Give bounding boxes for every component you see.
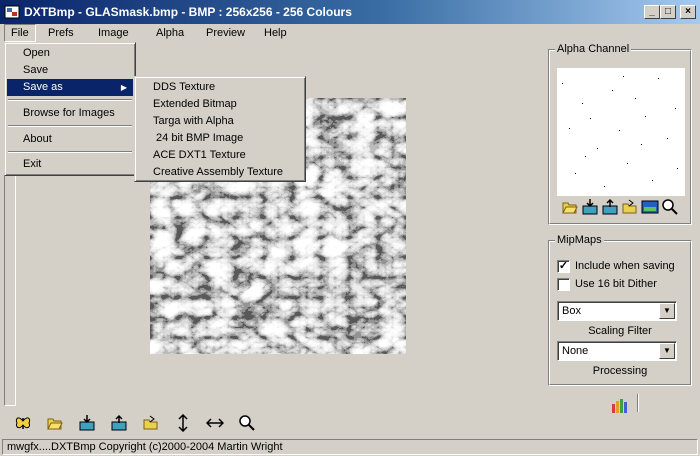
menu-help[interactable]: Help [258, 24, 293, 42]
menu-file[interactable]: File [4, 24, 36, 42]
menu-separator [8, 99, 132, 101]
save-as-submenu: DDS Texture Extended Bitmap Targa with A… [134, 76, 306, 182]
menu-item-open[interactable]: Open [7, 45, 133, 62]
processing-caption: Processing [592, 365, 648, 377]
alpha-channel-panel: Alpha Channel [548, 43, 692, 225]
zoom-icon[interactable] [661, 198, 679, 216]
view-image-icon[interactable] [641, 198, 659, 216]
browse-folder-icon[interactable] [142, 414, 160, 432]
scaling-filter-caption: Scaling Filter [588, 325, 652, 337]
maximize-button[interactable]: □ [660, 5, 676, 19]
flip-horizontal-icon[interactable] [206, 414, 224, 432]
scaling-filter-drop-button[interactable]: ▼ [659, 303, 675, 319]
mipmaps-label: MipMaps [555, 234, 604, 246]
menu-item-save-as[interactable]: Save as ▶ [7, 79, 133, 96]
file-menu: Open Save Save as ▶ Browse for Images Ab… [4, 42, 136, 176]
menu-item-ace-dxt1-texture[interactable]: ACE DXT1 Texture [137, 147, 303, 164]
processing-drop-button[interactable]: ▼ [659, 343, 675, 359]
status-bar: mwgfx....DXTBmp Copyright (c)2000-2004 M… [0, 438, 700, 456]
browse-folder-icon[interactable] [621, 198, 639, 216]
include-when-saving-label: Include when saving [575, 260, 675, 272]
app-icon [4, 5, 20, 19]
menu-prefs[interactable]: Prefs [42, 24, 80, 42]
import-icon[interactable] [78, 414, 96, 432]
processing-select[interactable]: None ▼ [557, 341, 677, 361]
menu-item-browse-for-images[interactable]: Browse for Images [7, 105, 133, 122]
menu-item-extended-bitmap[interactable]: Extended Bitmap [137, 96, 303, 113]
alpha-channel-preview [557, 68, 685, 196]
title-bar[interactable]: DXTBmp - GLASmask.bmp - BMP : 256x256 - … [0, 0, 700, 24]
use-16bit-dither-checkbox[interactable] [557, 278, 570, 291]
menu-preview[interactable]: Preview [200, 24, 251, 42]
use-16bit-dither-row[interactable]: Use 16 bit Dither [557, 277, 687, 293]
menu-item-dds-texture[interactable]: DDS Texture [137, 79, 303, 96]
export-icon[interactable] [110, 414, 128, 432]
scaling-filter-select[interactable]: Box ▼ [557, 301, 677, 321]
menu-item-24bit-bmp[interactable]: 24 bit BMP Image [137, 130, 303, 147]
status-text: mwgfx....DXTBmp Copyright (c)2000-2004 M… [2, 439, 698, 455]
window-title: DXTBmp - GLASmask.bmp - BMP : 256x256 - … [24, 5, 352, 19]
menu-item-save-as-label: Save as [23, 81, 63, 93]
zoom-icon[interactable] [238, 414, 256, 432]
submenu-arrow-icon: ▶ [120, 83, 127, 92]
menu-item-exit[interactable]: Exit [7, 156, 133, 173]
menu-separator [8, 125, 132, 127]
processing-value: None [562, 345, 589, 357]
minimize-button[interactable]: _ [644, 5, 660, 19]
menu-separator [8, 151, 132, 153]
flip-vertical-icon[interactable] [174, 414, 192, 432]
include-when-saving-row[interactable]: ✓ Include when saving [557, 259, 687, 275]
menu-item-targa-with-alpha[interactable]: Targa with Alpha [137, 113, 303, 130]
bottom-toolbar [0, 408, 700, 438]
menu-image[interactable]: Image [92, 24, 135, 42]
mipmaps-panel: MipMaps ✓ Include when saving Use 16 bit… [548, 234, 692, 386]
import-icon[interactable] [581, 198, 599, 216]
export-icon[interactable] [601, 198, 619, 216]
use-16bit-dither-label: Use 16 bit Dither [575, 278, 657, 290]
menu-item-save[interactable]: Save [7, 62, 133, 79]
open-folder-icon[interactable] [561, 198, 579, 216]
scaling-filter-value: Box [562, 305, 581, 317]
butterfly-icon[interactable] [14, 414, 32, 432]
include-when-saving-checkbox[interactable]: ✓ [557, 260, 570, 273]
menu-item-creative-assembly-texture[interactable]: Creative Assembly Texture [137, 164, 303, 181]
alpha-channel-label: Alpha Channel [555, 43, 632, 55]
menu-bar: File Prefs Image Alpha Preview Help [0, 24, 700, 42]
menu-alpha[interactable]: Alpha [150, 24, 190, 42]
menu-item-about[interactable]: About [7, 131, 133, 148]
open-folder-icon[interactable] [46, 414, 64, 432]
close-button[interactable]: × [680, 5, 696, 19]
